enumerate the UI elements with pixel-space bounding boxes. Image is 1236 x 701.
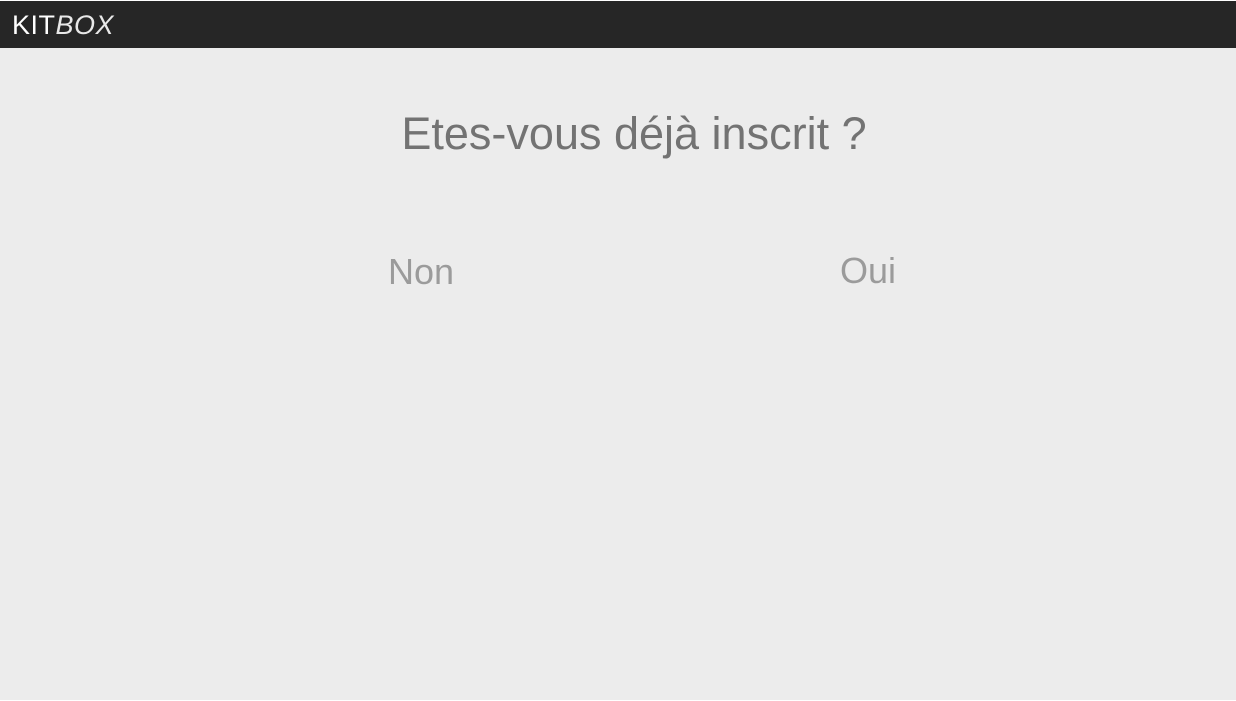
logo-kit-text: KIT	[12, 10, 56, 40]
page-question: Etes-vous déjà inscrit ?	[401, 108, 867, 159]
main-content: Etes-vous déjà inscrit ? Non Oui	[0, 48, 1236, 700]
oui-button[interactable]: Oui	[840, 249, 896, 293]
top-bar: KITBOX	[0, 1, 1236, 48]
logo-box-text: BOX	[55, 10, 115, 40]
kitbox-logo[interactable]: KITBOX	[12, 10, 114, 40]
non-button[interactable]: Non	[388, 250, 454, 294]
